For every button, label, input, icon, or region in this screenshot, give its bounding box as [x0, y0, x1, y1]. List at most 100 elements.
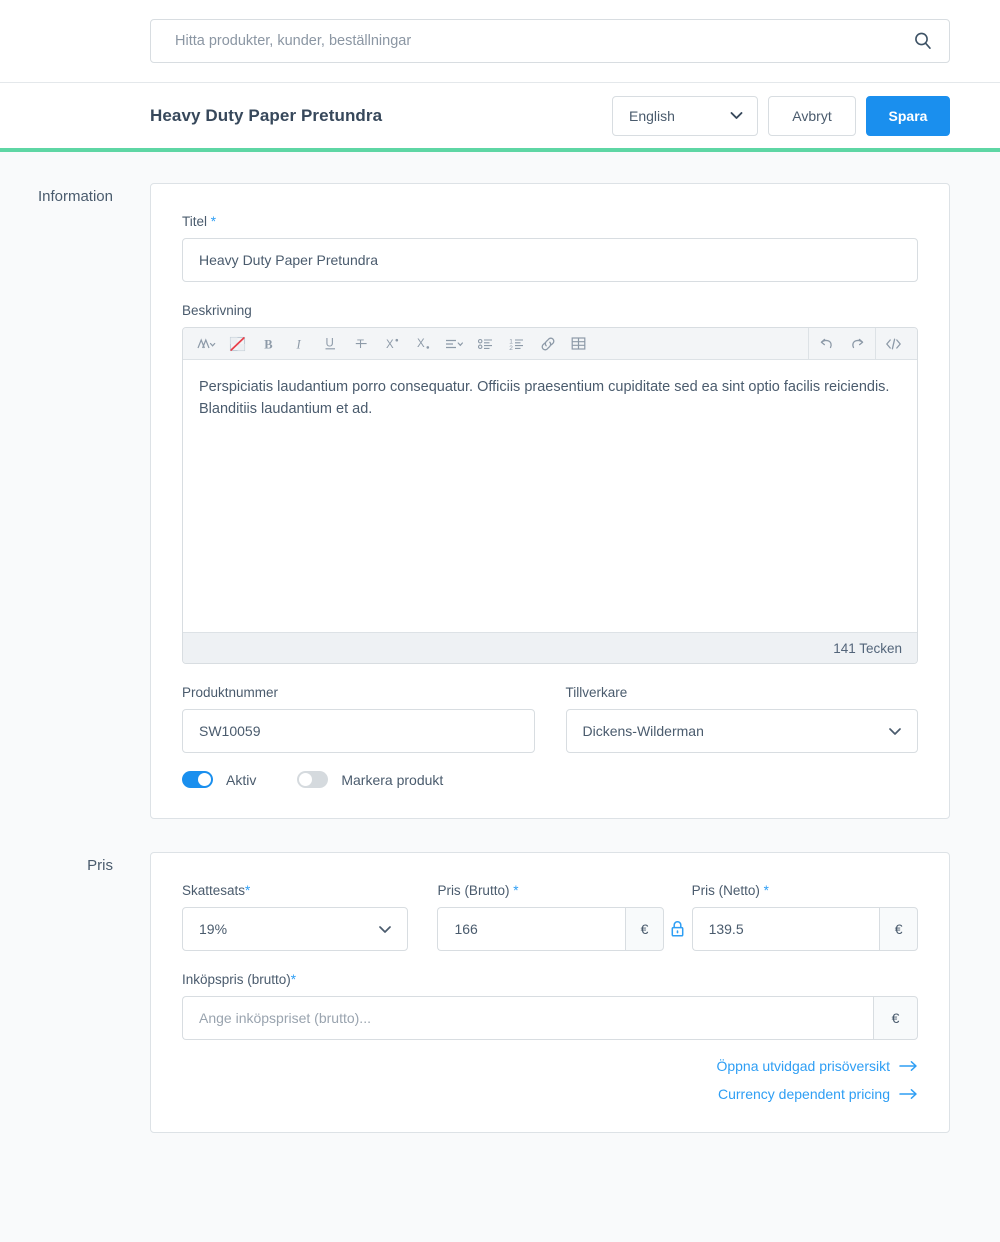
manufacturer-block: Tillverkare Dickens-Wilderman	[565, 685, 918, 753]
price-fields-row: Skattesats* 19% Pris (Brutto) * 166 € Pr…	[182, 883, 919, 951]
highlight-toggle-label: Markera produkt	[341, 771, 444, 788]
svg-text:B: B	[264, 337, 272, 351]
net-price-input[interactable]	[691, 907, 880, 951]
highlight-toggle[interactable]	[297, 771, 329, 788]
clear-formatting-icon[interactable]	[222, 329, 253, 359]
editor-paragraph: Perspiciatis laudantium porro consequatu…	[199, 379, 890, 417]
product-meta-row: Produktnummer Tillverkare Dickens-Wilder…	[182, 685, 918, 753]
editor-content-area[interactable]: Perspiciatis laudantium porro consequatu…	[183, 360, 917, 632]
bullet-list-icon[interactable]	[470, 329, 501, 359]
save-button[interactable]: Spara	[866, 95, 950, 136]
rich-text-editor: B I U T X X 1 2 Perspiciatis laudantium …	[182, 327, 918, 664]
main-content: Information Titel * Beskrivning	[0, 152, 1000, 1133]
section-price: Pris Skattesats* 19% Pris (Brutto) * 166…	[0, 819, 950, 1133]
header-inner: Heavy Duty Paper Pretundra English Avbry…	[150, 95, 950, 136]
undo-icon[interactable]	[811, 329, 842, 359]
gross-price-label-text: Pris (Brutto)	[437, 883, 510, 898]
title-required-marker: *	[210, 214, 217, 229]
title-input[interactable]	[182, 238, 918, 282]
price-lock-icon[interactable]	[664, 907, 692, 951]
tax-rate-block: Skattesats* 19%	[182, 883, 409, 951]
character-count: 141 Tecken	[833, 640, 902, 656]
gross-price-currency-addon: €	[625, 907, 664, 951]
superscript-icon[interactable]: X	[377, 329, 408, 359]
numbered-list-icon[interactable]: 1 2	[501, 329, 532, 359]
italic-icon[interactable]: I	[284, 329, 315, 359]
gross-price-block: Pris (Brutto) * €	[437, 883, 664, 951]
language-select-value: English	[629, 107, 675, 124]
manufacturer-label: Tillverkare	[565, 685, 628, 700]
svg-text:T: T	[357, 339, 364, 351]
section-information: Information Titel * Beskrivning	[0, 152, 950, 819]
purchase-price-label-text: Inköpspris (brutto)	[182, 972, 291, 987]
page-title: Heavy Duty Paper Pretundra	[150, 105, 383, 125]
title-field-label: Titel *	[182, 214, 918, 229]
source-code-icon[interactable]	[878, 329, 909, 359]
net-price-currency-addon: €	[879, 907, 919, 951]
tax-rate-select[interactable]: 19%	[182, 907, 409, 951]
chevron-down-icon	[730, 111, 743, 120]
arrow-right-icon	[899, 1060, 918, 1072]
subscript-icon[interactable]: X	[408, 329, 439, 359]
svg-text:2: 2	[509, 345, 513, 351]
svg-text:U: U	[326, 338, 334, 350]
tax-rate-label: Skattesats*	[182, 883, 408, 898]
page-header: Heavy Duty Paper Pretundra English Avbry…	[0, 83, 1000, 148]
tax-rate-label-text: Skattesats	[182, 883, 246, 898]
purchase-price-block: Inköpspris (brutto)* €	[182, 972, 918, 1040]
description-field-label: Beskrivning	[182, 303, 252, 318]
font-style-icon[interactable]	[191, 329, 222, 359]
editor-footer: 141 Tecken	[183, 632, 917, 663]
table-icon[interactable]	[563, 329, 594, 359]
toggle-row: Aktiv Markera produkt	[182, 753, 918, 788]
price-links: Öppna utvidgad prisöversikt Currency dep…	[182, 1058, 918, 1102]
bold-icon[interactable]: B	[253, 329, 284, 359]
editor-toolbar: B I U T X X 1 2	[183, 328, 917, 360]
toggle-item-active[interactable]: Aktiv	[182, 771, 256, 788]
toggle-knob	[299, 773, 313, 786]
title-field-block: Titel *	[182, 214, 918, 282]
net-price-input-group: €	[691, 907, 919, 951]
gross-price-required-marker: *	[513, 883, 519, 898]
manufacturer-select[interactable]: Dickens-Wilderman	[565, 709, 918, 753]
chevron-down-icon	[378, 925, 392, 934]
product-number-input[interactable]	[182, 709, 535, 753]
tax-rate-value: 19%	[199, 921, 228, 937]
information-card: Titel * Beskrivning	[150, 183, 950, 819]
currency-dependent-pricing-label: Currency dependent pricing	[718, 1086, 890, 1102]
link-icon[interactable]	[532, 329, 563, 359]
product-number-block: Produktnummer	[182, 685, 535, 753]
redo-icon[interactable]	[842, 329, 873, 359]
price-card: Skattesats* 19% Pris (Brutto) * 166 € Pr…	[150, 852, 950, 1133]
product-number-label: Produktnummer	[182, 685, 279, 700]
currency-dependent-pricing-link[interactable]: Currency dependent pricing	[182, 1086, 918, 1102]
text-align-icon[interactable]	[439, 329, 470, 359]
purchase-price-input-group: €	[182, 996, 918, 1040]
top-search-bar	[0, 0, 1000, 83]
underline-icon[interactable]: U	[315, 329, 346, 359]
title-label-text: Titel	[182, 214, 208, 229]
purchase-price-currency-addon: €	[872, 996, 918, 1040]
extended-price-overview-label: Öppna utvidgad prisöversikt	[716, 1058, 890, 1074]
gross-price-input-group: €	[437, 907, 664, 951]
header-actions: English Avbryt Spara	[612, 95, 950, 136]
toggle-item-highlight[interactable]: Markera produkt	[297, 771, 443, 788]
cancel-button[interactable]: Avbryt	[768, 95, 856, 136]
strikethrough-icon[interactable]: T	[346, 329, 377, 359]
section-label-price: Pris	[87, 857, 113, 874]
search-input[interactable]	[173, 32, 913, 50]
extended-price-overview-link[interactable]: Öppna utvidgad prisöversikt	[182, 1058, 918, 1074]
chevron-down-icon	[888, 727, 902, 736]
search-icon[interactable]	[913, 31, 933, 51]
language-select[interactable]: English	[612, 95, 758, 136]
purchase-price-required-marker: *	[290, 972, 297, 987]
toolbar-separator	[808, 328, 809, 359]
purchase-price-input[interactable]	[182, 996, 873, 1040]
tax-rate-required-marker: *	[245, 883, 251, 898]
svg-text:X: X	[386, 339, 394, 351]
purchase-price-label: Inköpspris (brutto)*	[182, 972, 918, 987]
gross-price-input[interactable]	[437, 907, 626, 951]
active-toggle[interactable]	[182, 771, 213, 788]
search-field-wrapper[interactable]	[150, 19, 950, 63]
toggle-knob	[198, 773, 211, 786]
